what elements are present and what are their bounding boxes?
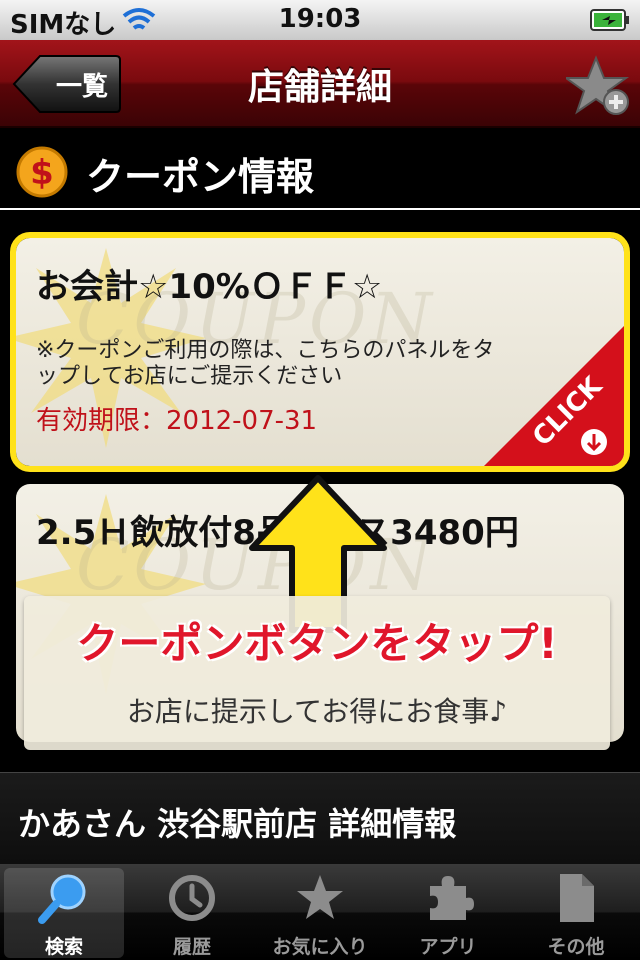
clock: 19:03 bbox=[278, 4, 362, 34]
callout-main-text: クーポンボタンをタップ! bbox=[76, 619, 558, 668]
coupon-expiry: 有効期限：2012-07-31 bbox=[36, 406, 318, 436]
star-icon bbox=[297, 875, 343, 919]
page-title: 店舗詳細 bbox=[247, 67, 392, 108]
shop-detail-row[interactable]: かあさん 渋谷駅前店 詳細情報 bbox=[0, 772, 640, 864]
section-title: クーポン情報 bbox=[86, 155, 315, 199]
svg-text:$: $ bbox=[30, 153, 54, 193]
tab-label: お気に入り bbox=[272, 936, 368, 958]
shop-detail-label: かあさん 渋谷駅前店 詳細情報 bbox=[18, 805, 457, 843]
tab-label: その他 bbox=[547, 936, 605, 958]
tab-other[interactable]: その他 bbox=[516, 868, 636, 958]
tab-apps[interactable]: アプリ bbox=[388, 868, 508, 958]
battery-icon bbox=[590, 9, 629, 31]
history-icon bbox=[169, 875, 215, 921]
tab-history[interactable]: 履歴 bbox=[132, 868, 252, 958]
callout-sub-text: お店に提示してお得にお食事♪ bbox=[126, 695, 508, 728]
tab-bar: 検索 履歴 お気に入り アプリ その他 bbox=[0, 864, 640, 960]
click-corner-badge[interactable]: CLICK bbox=[484, 326, 624, 466]
coupon-title: お会計☆10%ＯＦＦ☆ bbox=[36, 267, 383, 307]
dollar-coin-icon: $ bbox=[16, 146, 68, 198]
coupon-note: ※クーポンご利用の際は、こちらのパネルをタップしてお店にご提示ください bbox=[36, 338, 495, 389]
tap-hint-callout: クーポンボタンをタップ! お店に提示してお得にお食事♪ bbox=[24, 596, 610, 750]
document-icon bbox=[560, 874, 594, 922]
search-icon bbox=[38, 874, 86, 924]
tab-search[interactable]: 検索 bbox=[4, 868, 124, 958]
tab-label: アプリ bbox=[419, 936, 477, 958]
tab-label: 検索 bbox=[44, 936, 83, 958]
tab-label: 履歴 bbox=[172, 936, 211, 958]
status-bar: SIMなし 19:03 bbox=[0, 0, 640, 40]
navigation-bar: 一覧 店舗詳細 bbox=[0, 40, 640, 128]
tab-favorites[interactable]: お気に入り bbox=[260, 868, 380, 958]
puzzle-icon bbox=[430, 876, 474, 920]
add-favorite-icon[interactable] bbox=[566, 54, 630, 118]
coupon-section-header: $ クーポン情報 bbox=[0, 130, 640, 210]
coupon-card[interactable]: COUPON お会計☆10%ＯＦＦ☆ ※クーポンご利用の際は、こちらのパネルをタ… bbox=[10, 232, 630, 472]
